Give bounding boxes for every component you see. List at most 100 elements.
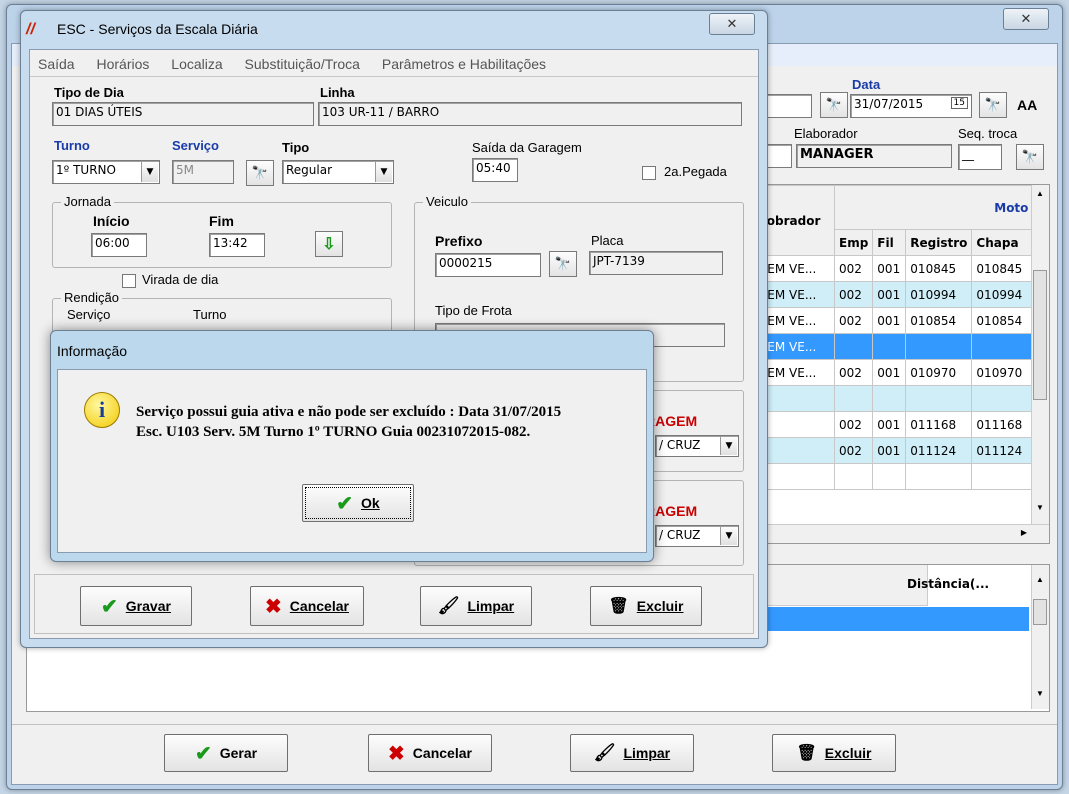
menu-parametros[interactable]: Parâmetros e Habilitações xyxy=(382,56,546,72)
menu-substituicao[interactable]: Substituição/Troca xyxy=(245,56,360,72)
chevron-down-icon[interactable]: ▼ xyxy=(720,527,737,545)
scroll-down-arrow-icon[interactable]: ▼ xyxy=(1036,503,1044,512)
menu-horarios[interactable]: Horários xyxy=(96,56,149,72)
col-fil-header[interactable]: Fil xyxy=(872,229,907,256)
pegada-label: 2a.Pegada xyxy=(664,164,727,179)
inicio-field[interactable]: 06:00 xyxy=(91,233,147,257)
ok-button[interactable]: ✔ Ok xyxy=(302,484,414,522)
col-chapa-header[interactable]: Chapa xyxy=(971,229,1034,256)
binoculars-icon[interactable]: 🔭 xyxy=(1016,144,1044,170)
turno-label: Turno xyxy=(54,138,90,153)
tipo-dia-label: Tipo de Dia xyxy=(54,85,124,100)
red-x-icon: ✖ xyxy=(388,742,405,765)
lower-selected-row[interactable] xyxy=(767,607,1029,631)
tipo-label: Tipo xyxy=(282,140,310,155)
scroll-right-arrow-icon[interactable]: ▶ xyxy=(1021,528,1027,537)
info-dialog-client: i Serviço possui guia ativa e não pode s… xyxy=(57,369,647,553)
font-size-icon[interactable]: AA xyxy=(1017,97,1037,113)
info-dialog-title: Informação xyxy=(57,343,128,359)
table-row[interactable] xyxy=(753,463,1034,490)
rendicao-servico-label: Serviço xyxy=(67,307,111,322)
prefixo-field[interactable]: 0000215 xyxy=(435,253,541,277)
table-row[interactable]: 002 001 011124 011124 xyxy=(753,437,1034,464)
table-row[interactable]: GEM VE... 002 001 010854 010854 xyxy=(753,307,1034,334)
cancelar-button[interactable]: ✖ Cancelar xyxy=(250,586,364,626)
col-distancia-header[interactable]: Distância(... xyxy=(907,577,989,591)
virada-checkbox[interactable] xyxy=(122,274,136,288)
rendicao-label: Rendição xyxy=(61,290,122,305)
elaborador-field: MANAGER xyxy=(796,144,952,168)
scroll-down-arrow-icon[interactable]: ▼ xyxy=(1036,689,1044,698)
menu-localiza[interactable]: Localiza xyxy=(171,56,222,72)
table-row[interactable]: GEM VE... 002 001 010994 010994 xyxy=(753,281,1034,308)
placa-label: Placa xyxy=(591,233,624,248)
menu-saida[interactable]: Saída xyxy=(38,56,75,72)
table-row-selected[interactable]: GEM VE... xyxy=(753,333,1034,360)
info-message-line2: Esc. U103 Serv. 5M Turno 1º TURNO Guia 0… xyxy=(136,424,531,440)
gravar-button[interactable]: ✔ Gravar xyxy=(80,586,192,626)
jornada-group: Jornada Início 06:00 Fim 13:42 ⇩ xyxy=(52,194,392,268)
col-emp-header[interactable]: Emp xyxy=(833,229,874,256)
menu-bar: Saída Horários Localiza Substituição/Tro… xyxy=(38,56,564,72)
servico-label: Serviço xyxy=(172,138,219,153)
tipo-frota-label: Tipo de Frota xyxy=(435,303,512,318)
limpar-button[interactable]: 🖌 Limpar xyxy=(570,734,694,772)
fim-label: Fim xyxy=(209,213,234,229)
grid-vertical-scrollbar[interactable]: ▲ ▼ xyxy=(1031,185,1049,525)
saida-garagem-field[interactable]: 05:40 xyxy=(472,158,518,182)
chevron-down-icon[interactable]: ▼ xyxy=(720,437,737,455)
scroll-up-arrow-icon[interactable]: ▲ xyxy=(1036,189,1044,198)
chevron-down-icon[interactable]: ▼ xyxy=(375,162,392,182)
cancelar-button[interactable]: ✖ Cancelar xyxy=(368,734,492,772)
elaborador-label: Elaborador xyxy=(794,126,858,141)
gerar-button[interactable]: ✔ Gerar xyxy=(164,734,288,772)
rendicao-turno-label: Turno xyxy=(193,307,227,322)
binoculars-icon[interactable]: 🔭 xyxy=(549,251,577,277)
pegada-checkbox[interactable] xyxy=(642,166,656,180)
garagem-combo-2[interactable]: / CRUZ ▼ xyxy=(655,525,739,547)
saida-garagem-label: Saída da Garagem xyxy=(472,140,582,155)
turno-combo[interactable]: 1º TURNO ▼ xyxy=(52,160,160,184)
app-logo-icon: // xyxy=(26,21,35,38)
table-row[interactable]: 002 001 011168 011168 xyxy=(753,411,1034,438)
checkmark-icon: ✔ xyxy=(194,742,212,765)
info-message-line1: Serviço possui guia ativa e não pode ser… xyxy=(136,404,562,420)
prefixo-label: Prefixo xyxy=(435,233,483,249)
binoculars-icon[interactable]: 🔭 xyxy=(979,92,1007,118)
chevron-down-icon[interactable]: ▼ xyxy=(141,162,158,182)
checkmark-icon: ✔ xyxy=(336,492,354,515)
grid-horizontal-scrollbar[interactable]: ▶ xyxy=(753,524,1049,543)
binoculars-icon[interactable]: 🔭 xyxy=(820,92,848,118)
placa-field: JPT-7139 xyxy=(589,251,723,275)
seq-troca-field[interactable]: __ xyxy=(958,144,1002,170)
scroll-up-arrow-icon[interactable]: ▲ xyxy=(1036,575,1044,584)
garagem-combo-1[interactable]: / CRUZ ▼ xyxy=(655,435,739,457)
date-field[interactable]: 31/07/2015 15 xyxy=(850,94,972,118)
fim-field[interactable]: 13:42 xyxy=(209,233,265,257)
esc-close-button[interactable]: ✕ xyxy=(709,13,755,35)
linha-label: Linha xyxy=(320,85,355,100)
binoculars-icon[interactable]: 🔭 xyxy=(246,160,274,186)
calendar-icon[interactable]: 15 xyxy=(950,97,968,109)
virada-label: Virada de dia xyxy=(142,272,219,287)
limpar-button[interactable]: 🖌 Limpar xyxy=(420,586,532,626)
eraser-icon: 🖌 xyxy=(593,743,616,762)
main-left-input[interactable] xyxy=(762,94,812,118)
table-row[interactable]: GEM VE... 002 001 010970 010970 xyxy=(753,359,1034,386)
col-registro-header[interactable]: Registro xyxy=(905,229,973,256)
tipo-combo[interactable]: Regular ▼ xyxy=(282,160,394,184)
data-label: Data xyxy=(852,77,881,92)
seq-troca-label: Seq. troca xyxy=(958,126,1018,141)
table-row[interactable]: GEM VE... 002 001 010845 010845 xyxy=(753,255,1034,282)
scroll-thumb[interactable] xyxy=(1033,270,1047,400)
col-motorista-header: Moto xyxy=(833,185,1034,230)
table-row[interactable] xyxy=(753,385,1034,412)
excluir-button[interactable]: 🗑 Excluir xyxy=(772,734,896,772)
excluir-button[interactable]: 🗑 Excluir xyxy=(590,586,702,626)
scroll-thumb[interactable] xyxy=(1033,599,1047,625)
jornada-label: Jornada xyxy=(61,194,114,209)
main-close-button[interactable]: ✕ xyxy=(1003,8,1049,30)
arrow-down-icon[interactable]: ⇩ xyxy=(315,231,343,257)
linha-field: 103 UR-11 / BARRO xyxy=(318,102,742,126)
lower-vertical-scrollbar[interactable]: ▲ ▼ xyxy=(1031,565,1049,709)
